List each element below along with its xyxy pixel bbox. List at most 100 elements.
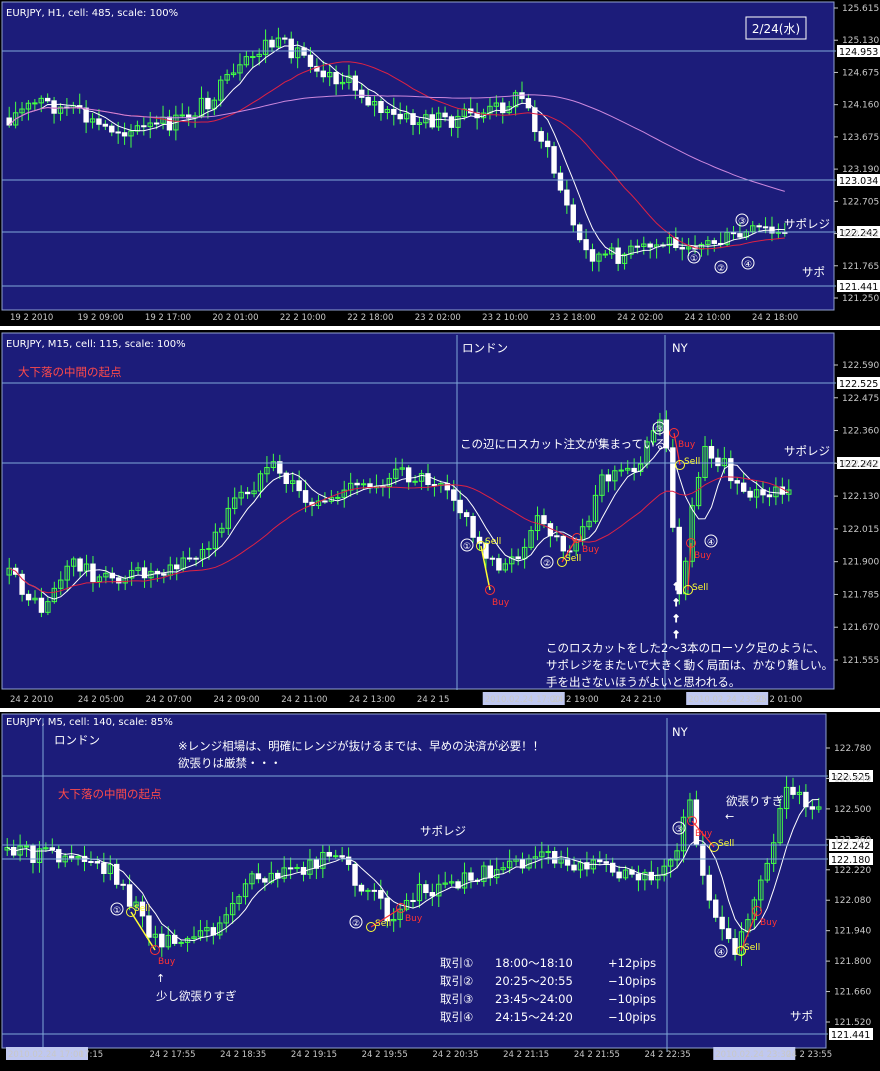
m15-trade-4: ④ — [707, 538, 715, 548]
trade-1-name: 取引① — [440, 956, 473, 970]
bear-candle — [809, 806, 816, 810]
bull-candle — [545, 851, 551, 854]
x-tick-label: 24 2 07:00 — [146, 695, 192, 705]
bear-candle — [747, 490, 753, 498]
bear-candle — [564, 858, 571, 866]
bear-candle — [109, 125, 115, 133]
x-tick-label: 23 2 18:00 — [550, 313, 596, 323]
bear-candle — [554, 535, 560, 538]
bear-candle — [287, 867, 294, 870]
bear-candle — [68, 855, 75, 859]
m5-sell-1: Sell — [134, 904, 150, 914]
x-tick-label: 23 2 02:00 — [415, 313, 461, 323]
bear-candle — [564, 189, 570, 206]
bear-candle — [121, 132, 128, 137]
bear-candle — [725, 928, 732, 940]
m15-note-line-2: サポレジをまたいで大きく動く局面は、かなり難しい。 — [546, 658, 833, 672]
m15-buy-3: Buy — [678, 440, 696, 450]
trade-2-result: −10pips — [608, 974, 656, 988]
m5-sell-3: Sell — [718, 839, 734, 849]
x-tick-label: 24 2 05:00 — [78, 695, 124, 705]
trade-2-time: 20:25～20:55 — [495, 974, 573, 988]
bear-candle — [38, 597, 45, 613]
bear-candle — [288, 38, 294, 59]
svg-text:↑: ↑ — [672, 614, 680, 625]
bear-candle — [322, 500, 328, 503]
bear-candle — [244, 491, 251, 495]
x-tick-label: 2010.02.24 23:30 — [688, 695, 764, 705]
x-tick-label: 24 2 22:35 — [645, 1050, 691, 1060]
y-tick-label: 124.675 — [842, 68, 879, 78]
bear-candle — [255, 873, 262, 880]
trade-1-time: 18:00～18:10 — [495, 956, 573, 970]
m15-buy-1: Buy — [492, 598, 510, 608]
bear-candle — [734, 480, 740, 484]
h1-resistance-label: サポレジ — [784, 217, 830, 231]
bear-candle — [333, 72, 339, 85]
bear-candle — [302, 490, 309, 503]
x-tick-label: 24 2 18:00 — [752, 313, 798, 323]
bear-candle — [88, 860, 94, 863]
x-tick-label: 2010.02.24 17:00 — [485, 695, 561, 705]
bear-candle — [730, 231, 737, 235]
y-tick-label: 122.500 — [834, 805, 871, 815]
x-tick-label: 2010.02.24 17:00 — [8, 1050, 84, 1060]
bear-candle — [790, 786, 796, 795]
bear-candle — [101, 862, 107, 874]
y-tick-label: 122.640 — [834, 774, 871, 784]
y-tick-label: 121.250 — [842, 294, 879, 304]
bear-candle — [141, 125, 147, 128]
m5-sell-4: Sell — [744, 943, 760, 953]
bear-candle — [391, 108, 397, 115]
bear-candle — [570, 204, 576, 226]
y-tick-label: 122.590 — [842, 361, 879, 371]
m5-greedy-small: 少し欲張りすぎ — [156, 989, 237, 1003]
y-tick-label: 121.660 — [834, 988, 871, 998]
bull-candle — [32, 102, 38, 105]
bear-candle — [468, 872, 474, 881]
bear-candle — [487, 865, 493, 879]
bear-candle — [551, 146, 557, 174]
bull-candle — [360, 483, 367, 486]
m15-sell-1: Sell — [485, 537, 501, 547]
x-tick-label: 24 2 17:55 — [149, 1050, 195, 1060]
bear-candle — [431, 484, 438, 487]
y-tick-label: 121.520 — [834, 1018, 871, 1028]
h1-support-label: サポ — [802, 265, 825, 279]
x-tick-label: 24 2 11:00 — [281, 695, 327, 705]
bear-candle — [359, 89, 365, 98]
bear-candle — [544, 140, 551, 148]
bull-candle — [412, 480, 418, 483]
y-tick-label: 122.015 — [842, 525, 879, 535]
bear-candle — [159, 933, 165, 948]
bear-candle — [700, 843, 706, 876]
bear-candle — [126, 884, 133, 907]
m5-panel: 122.525122.242122.180121.441 EURJPY, M5,… — [0, 712, 880, 1071]
bull-candle — [335, 496, 341, 499]
bear-candle — [647, 243, 653, 248]
x-tick-label: 22 2 18:00 — [347, 313, 393, 323]
bear-candle — [25, 593, 32, 601]
m5-origin-label: 大下落の中間の起点 — [58, 787, 162, 801]
y-tick-label: 122.360 — [834, 835, 871, 845]
bull-candle — [365, 889, 371, 892]
bear-candle — [538, 131, 544, 142]
bear-candle — [352, 75, 359, 91]
bear-candle — [365, 96, 371, 106]
m15-sell-2: Sell — [565, 554, 581, 564]
bull-candle — [602, 253, 609, 256]
m5-trade-1: ① — [113, 906, 121, 916]
bear-candle — [269, 39, 275, 48]
x-tick-label: 24 2 13:00 — [349, 695, 395, 705]
bear-candle — [423, 884, 429, 894]
bear-candle — [371, 889, 378, 892]
bear-candle — [719, 916, 725, 930]
m5-trade-4: ④ — [717, 948, 725, 958]
m15-resistance-label: サポレジ — [784, 444, 830, 458]
bear-candle — [552, 851, 558, 864]
bear-candle — [49, 847, 56, 851]
bear-candle — [713, 899, 719, 918]
h1-date-box: 2/24(水) — [752, 22, 800, 36]
bull-candle — [250, 56, 256, 59]
svg-text:↑: ↑ — [672, 582, 680, 593]
